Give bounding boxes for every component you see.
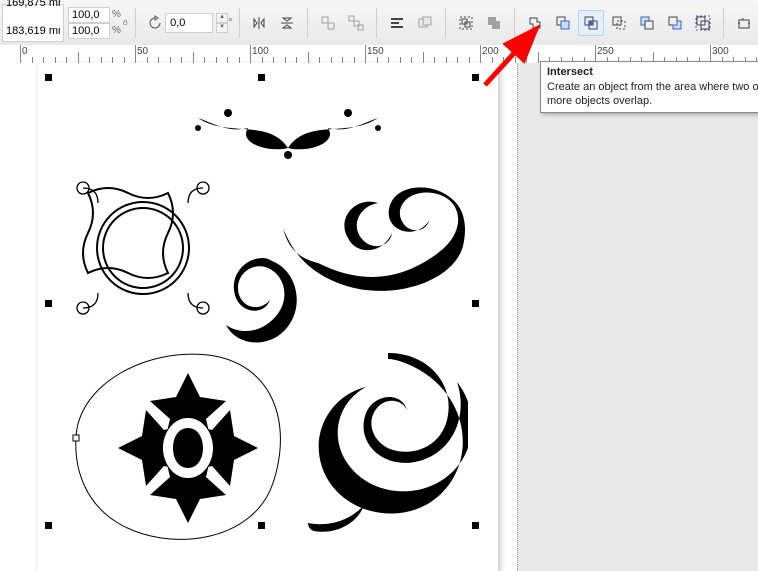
weld-button[interactable] — [522, 10, 548, 36]
selection-handle[interactable] — [45, 74, 52, 81]
back-minus-front-button[interactable] — [662, 10, 688, 36]
position-box — [2, 4, 64, 42]
tooltip: Intersect Create an object from the area… — [540, 61, 758, 113]
selection-handle[interactable] — [472, 522, 479, 529]
ungroup-icon — [320, 15, 336, 31]
tocurves-icon — [736, 15, 752, 31]
rotation-spinner[interactable]: ▲▼ — [216, 13, 228, 33]
bminusf-icon — [667, 15, 683, 31]
selection-handle[interactable] — [45, 522, 52, 529]
selection-handle[interactable] — [472, 74, 479, 81]
boundary-icon — [695, 15, 711, 31]
convert-curves-button[interactable] — [731, 10, 757, 36]
ornament-flourish[interactable] — [288, 343, 468, 543]
weld-icon — [527, 15, 543, 31]
simplify-button[interactable] — [606, 10, 632, 36]
group-button[interactable] — [453, 10, 479, 36]
trim-button[interactable] — [550, 10, 576, 36]
selection-handle[interactable] — [258, 74, 265, 81]
group-icon — [458, 15, 474, 31]
mirror-v-icon — [279, 15, 295, 31]
ungroup-button — [315, 10, 341, 36]
scale-x-input[interactable] — [68, 7, 110, 23]
ornament-swirl-small[interactable] — [218, 253, 308, 353]
selection-handle[interactable] — [45, 300, 52, 307]
rotation-box: ▲▼ ° — [147, 5, 232, 41]
rotation-input[interactable] — [165, 13, 213, 33]
intersect-icon — [583, 15, 599, 31]
align-icon — [389, 15, 405, 31]
ungroup-all-icon — [348, 15, 364, 31]
tooltip-body: Create an object from the area where two… — [547, 81, 758, 107]
canvas[interactable] — [18, 63, 758, 571]
combine-button — [481, 10, 507, 36]
ornament-swirl-right[interactable] — [278, 183, 478, 303]
ungroup-all-button — [343, 10, 369, 36]
vertical-ruler — [0, 63, 19, 571]
trim-icon — [555, 15, 571, 31]
scale-y-input[interactable] — [68, 23, 110, 39]
order-button — [412, 10, 438, 36]
mirror-v-button[interactable] — [274, 10, 300, 36]
rotate-icon — [147, 15, 163, 31]
page — [38, 63, 498, 571]
degree-label: ° — [228, 17, 232, 29]
selection-handle[interactable] — [258, 522, 265, 529]
intersect-button[interactable] — [578, 10, 604, 36]
x-position-input[interactable] — [3, 0, 63, 11]
lock-aspect-button[interactable] — [122, 5, 129, 41]
mirror-h-icon — [251, 15, 267, 31]
ornament-vine[interactable] — [158, 93, 418, 163]
lock-icon — [122, 19, 129, 26]
pasteboard — [517, 63, 758, 571]
ornament-round-frame[interactable] — [68, 173, 218, 323]
tooltip-title: Intersect — [547, 66, 758, 80]
front-minus-back-button[interactable] — [634, 10, 660, 36]
order-icon — [417, 15, 433, 31]
align-distribute-button[interactable] — [384, 10, 410, 36]
fminusb-icon — [639, 15, 655, 31]
mirror-h-button[interactable] — [246, 10, 272, 36]
boundary-button[interactable] — [690, 10, 716, 36]
property-bar: % % ▲▼ ° — [0, 0, 758, 46]
y-position-input[interactable] — [3, 23, 63, 39]
combine-icon — [486, 15, 502, 31]
simplify-icon — [611, 15, 627, 31]
selection-handle[interactable] — [472, 300, 479, 307]
scale-box: % % — [68, 5, 120, 41]
